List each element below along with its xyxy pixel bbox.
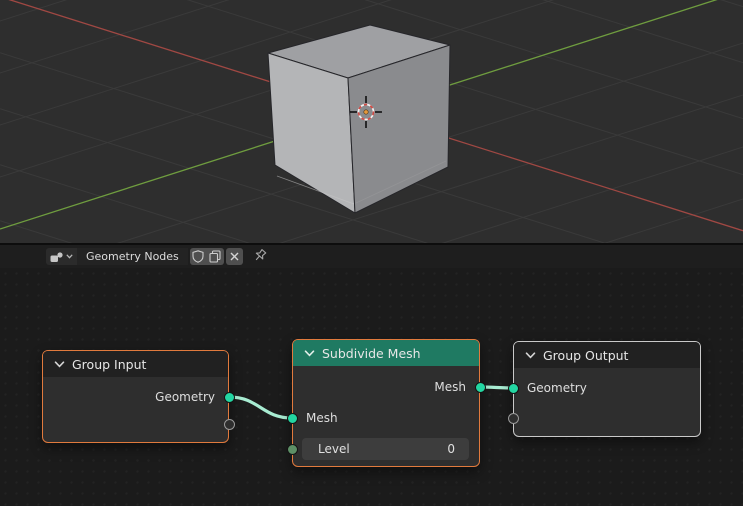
nodetree-icon [50,251,63,262]
node-title: Group Output [543,347,629,363]
pin-button[interactable] [253,249,268,264]
viewport-3d[interactable] [0,0,743,243]
x-icon [230,252,239,261]
node-group-output[interactable]: Group Output Geometry [507,341,701,437]
node-editor-header: Geometry Nodes [0,243,743,268]
node-title: Group Input [72,356,147,372]
socket-input-level[interactable] [286,444,298,455]
socket-virtual-output[interactable] [223,419,235,430]
node-tree-selector-button[interactable] [46,248,77,265]
socket-output-mesh[interactable] [474,382,486,393]
collapse-chevron-icon[interactable] [54,360,65,368]
shield-icon [192,250,204,263]
collapse-chevron-icon[interactable] [304,349,315,357]
node-tree-name-field[interactable]: Geometry Nodes [77,248,188,265]
node-title: Subdivide Mesh [322,345,421,361]
node-header: Subdivide Mesh [293,340,479,366]
input-label-geometry: Geometry [527,381,587,395]
duplicate-icon [209,250,221,263]
level-field-label: Level [318,442,350,456]
node-editor-canvas[interactable]: Group Input Geometry Subdivide Mesh Mesh… [0,268,743,506]
level-field-value: 0 [447,442,455,456]
fake-user-shield-button[interactable] [190,248,207,265]
chevron-down-icon [66,254,73,259]
node-group-input[interactable]: Group Input Geometry [42,350,235,443]
id-block-buttons [189,248,224,265]
object-origin-dot [363,109,369,115]
node-header: Group Input [43,351,228,377]
blender-window: Geometry Nodes Group Input Geometry Subd… [0,0,743,506]
node-header: Group Output [514,342,700,368]
unlink-button[interactable] [225,248,243,265]
output-label-geometry: Geometry [155,390,215,404]
socket-input-geometry[interactable] [507,383,519,394]
collapse-chevron-icon[interactable] [525,351,536,359]
input-label-mesh: Mesh [306,411,338,425]
socket-virtual-input[interactable] [507,413,519,424]
level-number-field[interactable]: Level 0 [302,438,469,460]
new-copy-button[interactable] [207,248,224,265]
pin-icon [255,249,267,261]
node-subdivide-mesh[interactable]: Subdivide Mesh Mesh Mesh Level 0 [286,339,486,467]
node-tree-id-block: Geometry Nodes [46,248,268,265]
socket-output-geometry[interactable] [223,392,235,403]
socket-input-mesh[interactable] [286,413,298,424]
link-groupinput-to-subdivide[interactable] [227,395,294,420]
output-label-mesh: Mesh [434,380,466,394]
